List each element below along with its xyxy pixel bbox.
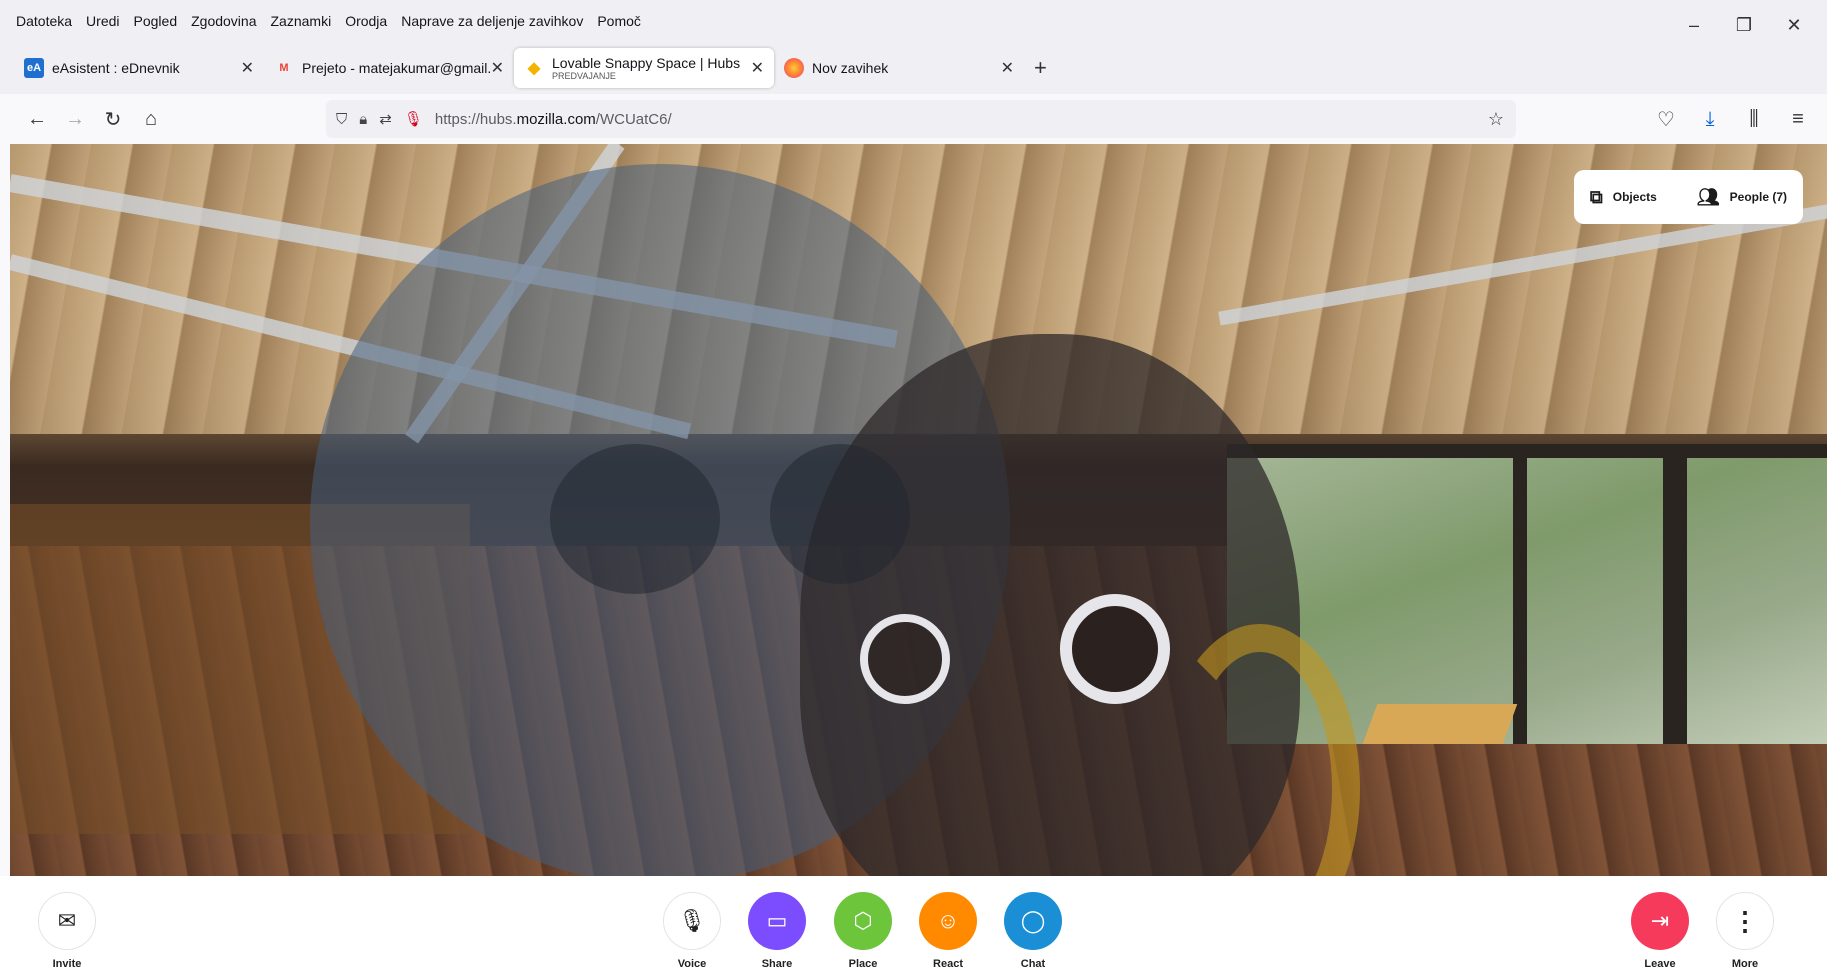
voice-label: Voice — [677, 958, 707, 970]
pocket-icon[interactable]: ♡ — [1647, 102, 1685, 136]
share-label: Share — [761, 958, 793, 970]
menu-edit[interactable]: Uredi — [86, 13, 119, 29]
url-path: /WCUatC6/ — [595, 110, 672, 128]
cube-icon: ⬡ — [834, 892, 892, 950]
close-tab-icon[interactable]: ✕ — [751, 58, 764, 78]
chat-button[interactable]: ◯ Chat — [1004, 892, 1062, 970]
back-icon[interactable]: ← — [18, 102, 56, 136]
menu-synced-tabs[interactable]: Naprave za deljenje zavihkov — [401, 13, 583, 29]
microphone-icon[interactable]: 🎙︎ — [404, 110, 423, 128]
menu-history[interactable]: Zgodovina — [191, 13, 256, 29]
url-bar[interactable]: ⛉ 🔒︎ ⇄ 🎙︎ https://hubs. mozilla.com/WCUat… — [326, 100, 1516, 138]
ghost-avatar-eye — [770, 444, 910, 584]
tab-gmail[interactable]: M Prejeto - matejakumar@gmail.c ✕ — [264, 48, 514, 88]
lock-icon[interactable]: 🔒︎ — [359, 111, 367, 128]
people-label: People (7) — [1729, 190, 1787, 204]
voice-button[interactable]: 🎙︎ Voice — [663, 892, 721, 970]
close-tab-icon[interactable]: ✕ — [241, 58, 254, 78]
new-tab-icon[interactable]: + — [1034, 55, 1047, 81]
avatar-eye — [860, 614, 950, 704]
scene-window-frame — [1513, 444, 1527, 744]
close-tab-icon[interactable]: ✕ — [491, 58, 504, 78]
hubs-toolbar: ✉ Invite 🎙︎ Voice ▭ Share ⬡ Place ☺ Reac… — [0, 876, 1827, 979]
tracking-shield-icon[interactable]: ⛉ — [336, 111, 347, 128]
avatar-eye — [1060, 594, 1170, 704]
people-icon: 👥︎ — [1696, 186, 1720, 207]
share-button[interactable]: ▭ Share — [748, 892, 806, 970]
nav-bar: ← → ↻ ⌂ ⛉ 🔒︎ ⇄ 🎙︎ https://hubs. mozilla.c… — [0, 94, 1827, 144]
screen-share-icon: ▭ — [748, 892, 806, 950]
reload-icon[interactable]: ↻ — [94, 102, 132, 136]
tab-playing-label: PREDVAJANJE — [552, 71, 616, 81]
leave-label: Leave — [1644, 958, 1676, 970]
smiley-icon: ☺ — [919, 892, 977, 950]
menu-view[interactable]: Pogled — [134, 13, 178, 29]
menu-help[interactable]: Pomoč — [597, 13, 641, 29]
hubs-duck-icon: ◆ — [527, 60, 541, 77]
tab-strip: eA eAsistent : eDnevnik ✕ M Prejeto - ma… — [0, 42, 1827, 94]
invite-label: Invite — [52, 958, 82, 970]
bookmark-star-icon[interactable]: ☆ — [1488, 109, 1504, 130]
scene-panel: ⧉ Objects 👥︎ People (7) — [1573, 170, 1803, 224]
forward-icon[interactable]: → — [56, 102, 94, 136]
objects-label: Objects — [1612, 190, 1657, 204]
tab-new-tab[interactable]: Nov zavihek ✕ — [774, 48, 1024, 88]
url-prefix: https://hubs. — [434, 110, 517, 128]
tab-label: Nov zavihek — [812, 60, 889, 76]
scene-table[interactable] — [1362, 704, 1518, 744]
firefox-icon — [784, 58, 804, 78]
leave-door-icon: ⇥ — [1631, 892, 1689, 950]
scene-window-frame — [1663, 444, 1687, 744]
download-icon[interactable]: ⤓ — [1691, 102, 1729, 136]
objects-icon: ⧉ — [1589, 186, 1603, 207]
library-icon[interactable]: ⫼ — [1735, 102, 1773, 136]
objects-button[interactable]: ⧉ Objects — [1590, 187, 1657, 208]
menu-bar: Datoteka Uredi Pogled Zgodovina Zaznamki… — [0, 0, 1827, 42]
people-button[interactable]: 👥︎ People (7) — [1697, 187, 1787, 208]
restore-icon[interactable]: ❐ — [1719, 8, 1769, 42]
permissions-icon[interactable]: ⇄ — [379, 110, 392, 128]
more-button[interactable]: ⋮ More — [1716, 892, 1774, 970]
place-label: Place — [848, 958, 878, 970]
easistent-favicon-icon: eA — [24, 58, 44, 78]
tab-label: Lovable Snappy Space | Hubs b — [552, 55, 742, 71]
ghost-avatar-eye — [550, 444, 720, 594]
invite-button[interactable]: ✉ Invite — [38, 892, 96, 970]
hubs-3d-scene[interactable]: ⧉ Objects 👥︎ People (7) — [10, 144, 1827, 876]
chat-bubble-icon: ◯ — [1004, 892, 1062, 950]
tab-label: eAsistent : eDnevnik — [52, 60, 180, 76]
tab-easistent[interactable]: eA eAsistent : eDnevnik ✕ — [14, 48, 264, 88]
menu-bookmarks[interactable]: Zaznamki — [271, 13, 332, 29]
url-host: mozilla.com — [516, 110, 596, 128]
tab-hubs[interactable]: ◆ Lovable Snappy Space | Hubs b PREDVAJA… — [514, 48, 774, 88]
window-controls: – ❐ ✕ — [1669, 8, 1819, 42]
gmail-favicon-icon: M — [279, 62, 289, 74]
menu-file[interactable]: Datoteka — [16, 13, 72, 29]
envelope-icon: ✉ — [38, 892, 96, 950]
microphone-icon: 🎙︎ — [663, 892, 721, 950]
chat-label: Chat — [1020, 958, 1046, 970]
tab-label: Prejeto - matejakumar@gmail.c — [302, 60, 491, 76]
home-icon[interactable]: ⌂ — [132, 102, 170, 136]
react-label: React — [933, 958, 963, 970]
hamburger-menu-icon[interactable]: ≡ — [1779, 102, 1817, 136]
toolbar-right: ♡ ⤓ ⫼ ≡ — [1647, 102, 1817, 136]
leave-button[interactable]: ⇥ Leave — [1631, 892, 1689, 970]
close-window-icon[interactable]: ✕ — [1769, 8, 1819, 42]
menu-tools[interactable]: Orodja — [345, 13, 387, 29]
react-button[interactable]: ☺ React — [919, 892, 977, 970]
minimize-icon[interactable]: – — [1669, 8, 1719, 42]
scene-window-frame — [1227, 444, 1827, 458]
more-label: More — [1731, 958, 1759, 970]
more-vertical-icon: ⋮ — [1716, 892, 1774, 950]
place-button[interactable]: ⬡ Place — [834, 892, 892, 970]
close-tab-icon[interactable]: ✕ — [1001, 58, 1014, 78]
